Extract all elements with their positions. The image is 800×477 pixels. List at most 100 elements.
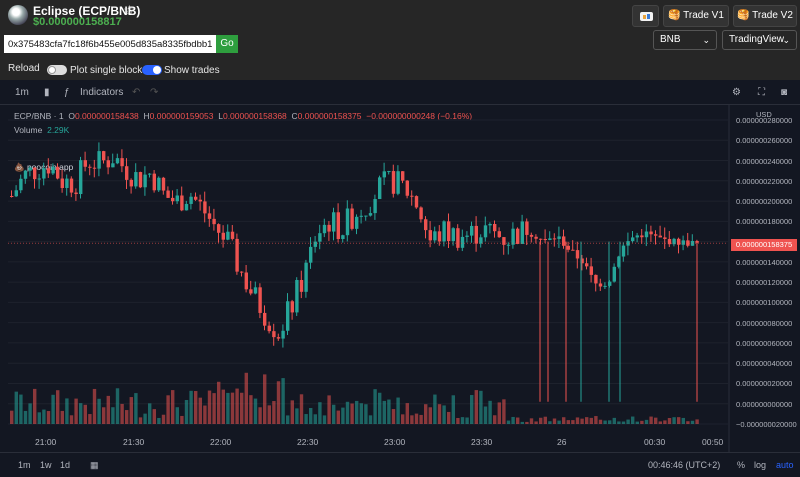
volume-bar <box>672 417 676 424</box>
chevron-down-icon: ⌄ <box>782 35 790 45</box>
volume-bar <box>382 400 386 424</box>
reload-link[interactable]: Reload <box>8 63 40 74</box>
chart-type-select-value: TradingView <box>729 34 785 45</box>
candle-body <box>493 223 497 232</box>
volume-bar <box>373 389 377 424</box>
volume-bar <box>603 420 607 424</box>
volume-bar <box>203 405 207 424</box>
candle-body <box>571 249 575 251</box>
volume-bar <box>157 417 161 424</box>
candle-body <box>442 221 446 242</box>
range-1d-button[interactable]: 1d <box>60 460 70 470</box>
volume-bar <box>631 416 635 424</box>
trade-v1-button[interactable]: 🥞 Trade V1 <box>663 5 729 27</box>
volume-bar <box>534 421 538 424</box>
favorite-star-icon[interactable]: ☆ <box>123 2 136 19</box>
volume-bar <box>667 418 672 424</box>
auto-button[interactable]: auto <box>776 460 794 470</box>
volume-bar <box>322 415 327 424</box>
volume-bar <box>594 416 598 424</box>
candle-body <box>401 171 405 181</box>
log-button[interactable]: log <box>754 460 766 470</box>
trade-v2-button[interactable]: 🥞 Trade V2 <box>733 5 797 27</box>
volume-bar <box>548 421 552 424</box>
candle-body <box>290 301 294 313</box>
candle-body <box>594 274 598 284</box>
token-address-input[interactable] <box>4 35 216 53</box>
volume-bar <box>65 398 69 424</box>
chart-type-select[interactable]: TradingView ⌄ <box>722 30 797 50</box>
y-tick-label: 0.000000100000 <box>736 298 793 308</box>
volume-bar <box>589 417 593 424</box>
candle-body <box>318 233 322 242</box>
volume-bar <box>263 374 267 424</box>
candle-body <box>51 166 55 174</box>
candle-body <box>635 235 639 238</box>
x-tick-label: 23:30 <box>471 437 493 447</box>
range-1m-button[interactable]: 1m <box>18 460 31 470</box>
volume-bar <box>290 400 294 424</box>
candle-body <box>65 178 69 188</box>
volume-bar <box>649 416 653 424</box>
volume-bar <box>525 421 529 424</box>
candle-body <box>640 235 644 238</box>
range-1w-button[interactable]: 1w <box>40 460 52 470</box>
show-trades-toggle[interactable] <box>142 65 162 75</box>
candle-body <box>42 168 46 179</box>
volume-bar <box>401 414 405 424</box>
volume-bar <box>341 407 345 424</box>
volume-bar <box>428 407 432 424</box>
candle-body <box>631 237 635 242</box>
volume-bar <box>663 420 667 424</box>
candle-body <box>226 231 230 240</box>
volume-bar <box>194 391 198 424</box>
volume-bar <box>207 390 212 424</box>
y-tick-label: 0.000000080000 <box>736 318 793 328</box>
candle-body <box>28 167 32 171</box>
candle-body <box>212 218 216 225</box>
candle-body <box>479 237 483 244</box>
volume-bar <box>125 410 129 424</box>
candle-body <box>433 231 437 241</box>
candle-body <box>14 190 18 197</box>
candle-body <box>474 225 478 244</box>
volume-bar <box>493 415 497 424</box>
y-tick-label: 0.000000020000 <box>736 379 793 389</box>
volume-bar <box>244 372 248 424</box>
candlestick-chart[interactable] <box>0 80 800 477</box>
candle-body <box>497 231 501 238</box>
plot-single-blocks-toggle[interactable] <box>47 65 67 75</box>
percent-button[interactable]: % <box>737 460 745 470</box>
candle-body <box>194 196 198 200</box>
y-tick-label: 0.000000220000 <box>736 176 793 186</box>
volume-bar <box>695 419 699 424</box>
candle-body <box>207 213 212 219</box>
candle-body <box>120 158 124 167</box>
volume-bar <box>69 415 74 424</box>
volume-bar <box>332 404 336 424</box>
volume-bar <box>83 404 87 424</box>
volume-bar <box>295 408 299 424</box>
volume-bar <box>502 399 506 424</box>
y-tick-label: 0.000000260000 <box>736 136 793 146</box>
volume-bar <box>580 418 584 424</box>
y-tick-label: 0.000000180000 <box>736 217 793 227</box>
candle-body <box>244 272 248 290</box>
candle-body <box>336 212 340 240</box>
wallet-button[interactable] <box>632 5 659 27</box>
volume-bar <box>543 416 547 424</box>
candle-body <box>378 177 382 200</box>
candle-body <box>198 199 202 202</box>
volume-bar <box>520 421 524 424</box>
date-range-icon[interactable]: ▦ <box>90 460 99 471</box>
candle-body <box>525 221 529 235</box>
volume-bar <box>267 405 271 424</box>
go-button[interactable]: Go <box>216 35 238 53</box>
volume-bar <box>585 417 589 424</box>
currency-select[interactable]: BNB ⌄ <box>653 30 717 50</box>
volume-bar <box>470 395 474 424</box>
candle-body <box>345 208 350 236</box>
chart-area[interactable]: 1m ▮ ƒ Indicators ↶ ↷ ⚙ ⛶ ◙ ECP/BNB · 1 … <box>0 80 800 477</box>
candle-body <box>79 160 83 195</box>
plot-single-blocks-label: Plot single blocks <box>70 65 148 76</box>
